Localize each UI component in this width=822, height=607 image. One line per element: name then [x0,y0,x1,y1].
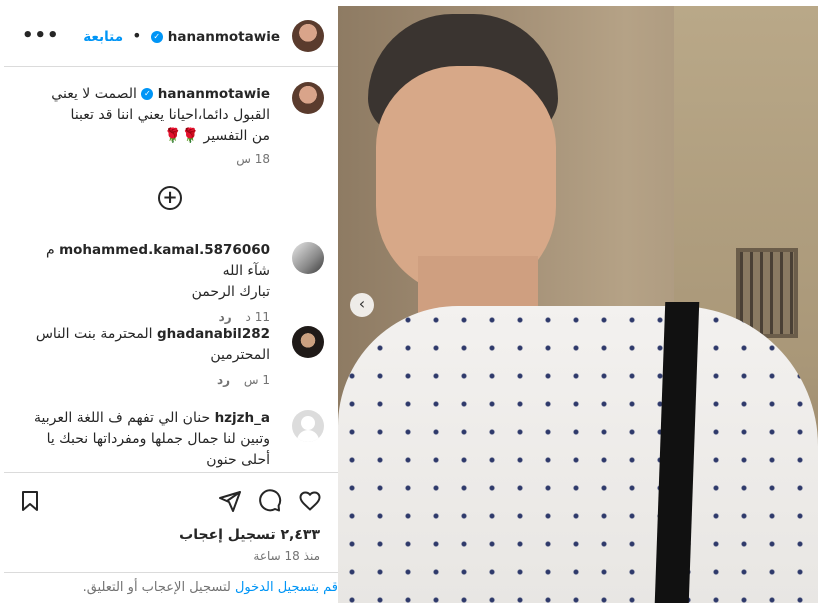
comment-text: حنان الي تفهم ف اللغة العربية [34,410,211,426]
previous-image-button[interactable]: ‹ [350,293,374,317]
caption-username[interactable]: hananmotawie [158,86,270,102]
verified-badge-icon: ✓ [150,30,163,43]
comment-item: ghadanabil282 المحترمة بنت الناس المحترم… [20,324,270,391]
save-bookmark-icon[interactable] [18,489,42,513]
like-heart-icon[interactable] [298,489,322,513]
comment-avatar[interactable] [292,326,324,358]
author-avatar[interactable] [292,20,324,52]
login-link[interactable]: قم بتسجيل الدخول [235,580,338,595]
post-time[interactable]: منذ 18 ساعة [253,549,320,563]
reply-button[interactable]: رد [217,373,230,387]
comment-avatar[interactable] [292,410,324,442]
comment-text: المحترمين [210,347,270,363]
caption-avatar[interactable] [292,82,324,114]
post-actions: ٢,٤٣٣ تسجيل إعجاب منذ 18 ساعة [4,472,338,579]
more-options-icon[interactable]: ••• [22,25,60,46]
comment-time[interactable]: 11 د [246,310,270,324]
login-prompt: قم بتسجيل الدخول لتسجيل الإعجاب أو التعل… [4,572,338,603]
comment-text: أحلى حنون [206,452,270,468]
person-shirt [338,306,818,603]
reply-button[interactable]: رد [219,310,232,324]
caption-text-line2: القبول دائما،احيانا يعني اننا قد تعبنا [70,107,270,123]
post-image: ‹ [338,6,818,603]
comment-username[interactable]: mohammed.kamal.5876060 [59,242,270,258]
likes-count[interactable]: ٢,٤٣٣ تسجيل إعجاب [179,527,320,543]
header-username[interactable]: hananmotawie [168,29,280,45]
comment-item: mohammed.kamal.5876060 م شآء الله تبارك … [20,240,270,328]
login-prompt-text: لتسجيل الإعجاب أو التعليق. [82,580,235,595]
header-separator: • [132,26,142,45]
comment-text: وتبين لنا جمال جملها ومفرداتها نحبك يا [46,431,270,447]
header-user-row: hananmotawie ✓ • متابعة [83,26,280,45]
comment-text: تبارك الرحمن [191,284,270,300]
plus-circle-icon[interactable]: + [158,186,182,210]
rose-emoji: 🌹🌹 [164,128,200,144]
verified-badge-icon: ✓ [141,88,154,100]
share-icon[interactable] [218,489,242,513]
comment-text: المحترمة بنت الناس [35,326,153,342]
follow-button[interactable]: متابعة [83,29,123,45]
comment-username[interactable]: hzjzh_a [215,410,270,426]
caption-time[interactable]: 18 س [20,149,270,170]
caption-text-line3: من التفسير [203,128,270,144]
caption: hananmotawie ✓ الصمت لا يعني القبول دائم… [20,84,270,170]
comment-icon[interactable] [258,489,282,513]
comment-avatar[interactable] [292,242,324,274]
comment-item: hzjzh_a حنان الي تفهم ف اللغة العربية وت… [20,408,270,470]
post-header: ••• hananmotawie ✓ • متابعة [4,6,338,67]
comment-time[interactable]: 1 س [244,373,270,387]
comment-username[interactable]: ghadanabil282 [157,326,270,342]
post-details-pane: ••• hananmotawie ✓ • متابعة hananmotawie… [4,6,338,603]
caption-text-line1: الصمت لا يعني [51,86,137,102]
